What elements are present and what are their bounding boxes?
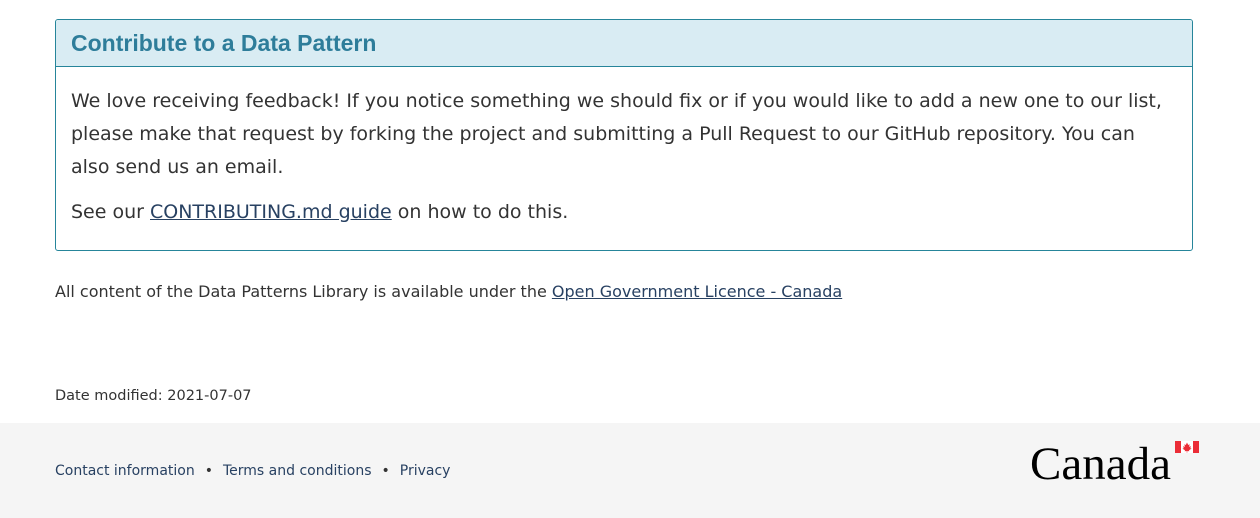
site-footer: Contact information • Terms and conditions…	[0, 423, 1260, 518]
date-modified-value: 2021-07-07	[167, 388, 252, 404]
open-government-licence-link[interactable]: Open Government Licence - Canada	[552, 282, 842, 301]
panel-body: We love receiving feedback! If you notic…	[56, 67, 1192, 229]
terms-and-conditions-link[interactable]: Terms and conditions	[223, 463, 372, 479]
contributing-guide-link[interactable]: CONTRIBUTING.md guide	[150, 201, 392, 223]
privacy-link[interactable]: Privacy	[400, 463, 451, 479]
contribute-panel: Contribute to a Data Pattern We love rec…	[55, 19, 1193, 251]
canada-wordmark-logo: Canada	[1030, 439, 1199, 487]
panel-title: Contribute to a Data Pattern	[71, 30, 377, 56]
footer-separator: •	[204, 463, 213, 479]
footer-links: Contact information • Terms and conditions…	[55, 461, 450, 481]
see-suffix: on how to do this.	[391, 201, 569, 223]
feedback-paragraph: We love receiving feedback! If you notic…	[71, 90, 1162, 178]
canadian-flag-icon	[1175, 441, 1199, 453]
see-prefix: See our	[71, 201, 150, 223]
page: Contribute to a Data Pattern We love rec…	[0, 0, 1260, 518]
licence-text: All content of the Data Patterns Library…	[55, 282, 552, 301]
licence-notice: All content of the Data Patterns Library…	[55, 281, 842, 303]
date-modified: Date modified: 2021-07-07	[55, 386, 252, 406]
canada-wordmark-text: Canada	[1030, 439, 1171, 487]
contact-information-link[interactable]: Contact information	[55, 463, 195, 479]
contributing-paragraph: See our CONTRIBUTING.md guide on how to …	[71, 196, 1177, 229]
date-modified-label: Date modified:	[55, 388, 168, 404]
footer-separator: •	[381, 463, 390, 479]
panel-heading: Contribute to a Data Pattern	[56, 20, 1192, 67]
